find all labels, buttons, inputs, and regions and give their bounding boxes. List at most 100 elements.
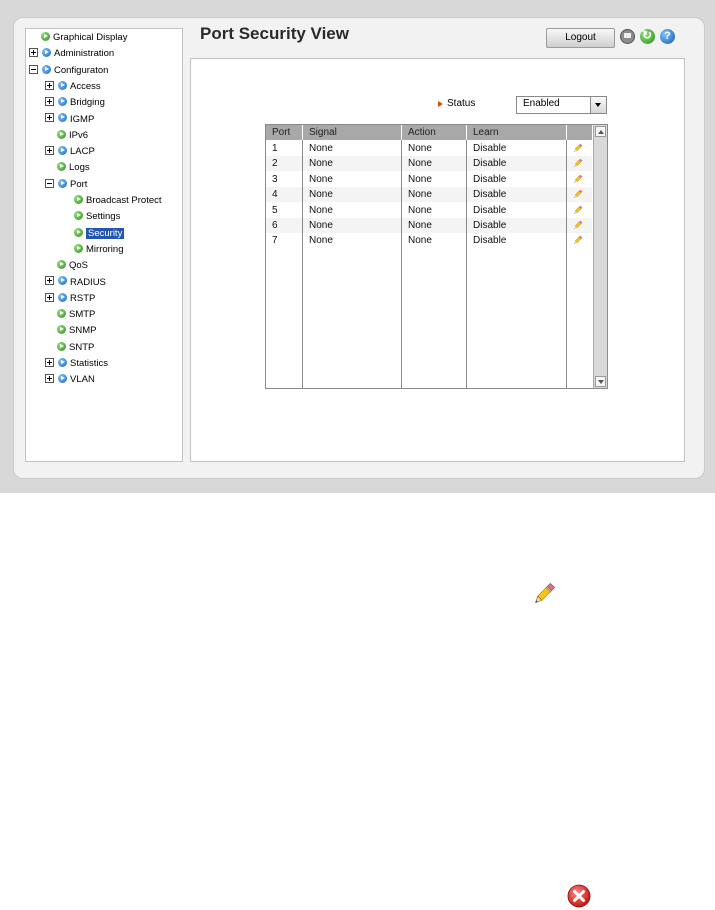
cell-port: 4 (272, 189, 278, 201)
green-arrow-icon (57, 341, 66, 351)
edit-pencil-icon[interactable] (572, 220, 583, 231)
green-arrow-icon (74, 194, 83, 204)
cell-port: 1 (272, 143, 278, 154)
edit-pencil-icon[interactable] (572, 235, 583, 246)
blue-arrow-icon (58, 146, 67, 156)
cell-action: None (408, 235, 432, 247)
vertical-scrollbar[interactable] (593, 125, 607, 388)
scroll-up-icon[interactable] (595, 126, 606, 137)
sidebar-item-label: Port (70, 178, 88, 190)
sidebar-item-graphical-display[interactable]: Graphical Display (41, 31, 127, 45)
blue-arrow-icon (58, 97, 67, 107)
refresh-icon[interactable] (640, 28, 655, 44)
cell-learn: Disable (473, 235, 507, 247)
expand-icon[interactable] (45, 97, 54, 107)
sidebar-item-label: IGMP (70, 113, 95, 125)
cell-port: 7 (272, 235, 278, 247)
table-row[interactable]: 4 None None Disable (266, 187, 592, 203)
sidebar-item-sntp[interactable]: SNTP (57, 341, 94, 355)
table-row[interactable]: 2 None None Disable (266, 156, 592, 172)
cell-signal: None (309, 235, 333, 247)
edit-pencil-icon[interactable] (572, 158, 583, 169)
sidebar-item-broadcast-protect[interactable]: Broadcast Protect (74, 194, 162, 208)
collapse-icon[interactable] (45, 178, 54, 188)
edit-pencil-icon[interactable] (572, 143, 583, 154)
expand-icon[interactable] (45, 113, 54, 123)
sidebar-item-logs[interactable]: Logs (57, 161, 90, 175)
sidebar-item-configuraton[interactable]: Configuraton (29, 64, 108, 78)
blue-arrow-icon (58, 178, 67, 188)
collapse-icon[interactable] (29, 64, 38, 74)
expand-icon[interactable] (45, 80, 54, 90)
sidebar-item-bridging[interactable]: Bridging (45, 96, 105, 110)
expand-icon[interactable] (45, 146, 54, 156)
sidebar-item-port[interactable]: Port (45, 178, 87, 192)
sidebar-item-radius[interactable]: RADIUS (45, 276, 106, 290)
column-header-learn[interactable]: Learn (467, 125, 567, 140)
expand-icon[interactable] (45, 357, 54, 367)
cell-learn: Disable (473, 204, 507, 216)
column-header-signal[interactable]: Signal (303, 125, 402, 140)
status-select[interactable]: Enabled (516, 96, 607, 114)
page-title: Port Security View (200, 24, 349, 43)
sidebar-item-administration[interactable]: Administration (29, 47, 114, 61)
cell-action: None (408, 204, 432, 216)
cell-action: None (408, 143, 432, 154)
expand-icon[interactable] (45, 276, 54, 286)
sidebar-item-label: Mirroring (86, 243, 124, 255)
cell-action: None (408, 173, 432, 185)
column-header-port[interactable]: Port (266, 125, 303, 140)
chevron-down-icon[interactable] (590, 97, 606, 113)
cell-port: 3 (272, 173, 278, 185)
cell-signal: None (309, 220, 333, 231)
column-header-action[interactable]: Action (402, 125, 467, 140)
expand-icon[interactable] (45, 292, 54, 302)
edit-pencil-icon[interactable] (572, 205, 583, 216)
sidebar-item-smtp[interactable]: SMTP (57, 308, 95, 322)
sidebar-item-vlan[interactable]: VLAN (45, 373, 95, 387)
green-arrow-icon (57, 260, 66, 270)
save-icon[interactable] (620, 29, 635, 44)
sidebar-item-qos[interactable]: QoS (57, 259, 88, 273)
sidebar-item-settings[interactable]: Settings (74, 210, 120, 224)
close-icon[interactable] (567, 884, 591, 908)
edit-pencil-icon[interactable] (572, 174, 583, 185)
sidebar-item-statistics[interactable]: Statistics (45, 357, 108, 371)
blue-arrow-icon (58, 276, 67, 286)
sidebar-item-snmp[interactable]: SNMP (57, 324, 96, 338)
cell-learn: Disable (473, 189, 507, 201)
green-arrow-icon (74, 211, 83, 221)
cell-signal: None (309, 158, 333, 170)
cell-learn: Disable (473, 220, 507, 231)
scroll-down-icon[interactable] (595, 376, 606, 387)
sidebar-item-label: RADIUS (70, 276, 106, 288)
cell-port: 5 (272, 204, 278, 216)
sidebar-item-ipv6[interactable]: IPv6 (57, 129, 88, 143)
sidebar-item-label: Logs (69, 162, 90, 174)
sidebar-item-label: Graphical Display (53, 32, 128, 43)
table-row[interactable]: 5 None None Disable (266, 203, 592, 218)
sidebar-item-label: Configuraton (54, 64, 109, 76)
sidebar-item-mirroring[interactable]: Mirroring (74, 243, 123, 257)
sidebar-item-access[interactable]: Access (45, 80, 101, 94)
help-icon[interactable]: ? (660, 29, 675, 44)
table-row[interactable]: 6 None None Disable (266, 218, 592, 233)
edit-pencil-icon[interactable] (572, 189, 583, 200)
table-row[interactable]: 1 None None Disable (266, 141, 592, 156)
cell-port: 2 (272, 158, 278, 170)
green-arrow-icon (74, 243, 83, 253)
sidebar-item-igmp[interactable]: IGMP (45, 113, 94, 127)
sidebar-item-security[interactable]: Security (74, 227, 125, 241)
sidebar-item-lacp[interactable]: LACP (45, 145, 95, 159)
cell-learn: Disable (473, 143, 507, 154)
table-row[interactable]: 3 None None Disable (266, 172, 592, 187)
expand-icon[interactable] (29, 48, 38, 58)
cell-signal: None (309, 143, 333, 154)
table-row[interactable]: 7 None None Disable (266, 233, 592, 248)
expand-icon[interactable] (45, 374, 54, 384)
sidebar-item-rstp[interactable]: RSTP (45, 292, 95, 306)
pencil-icon (535, 582, 556, 603)
logout-button[interactable]: Logout (546, 28, 615, 48)
port-security-table: Port Signal Action Learn 1 None None Disabl… (265, 124, 608, 389)
sidebar-item-label: LACP (70, 146, 95, 158)
